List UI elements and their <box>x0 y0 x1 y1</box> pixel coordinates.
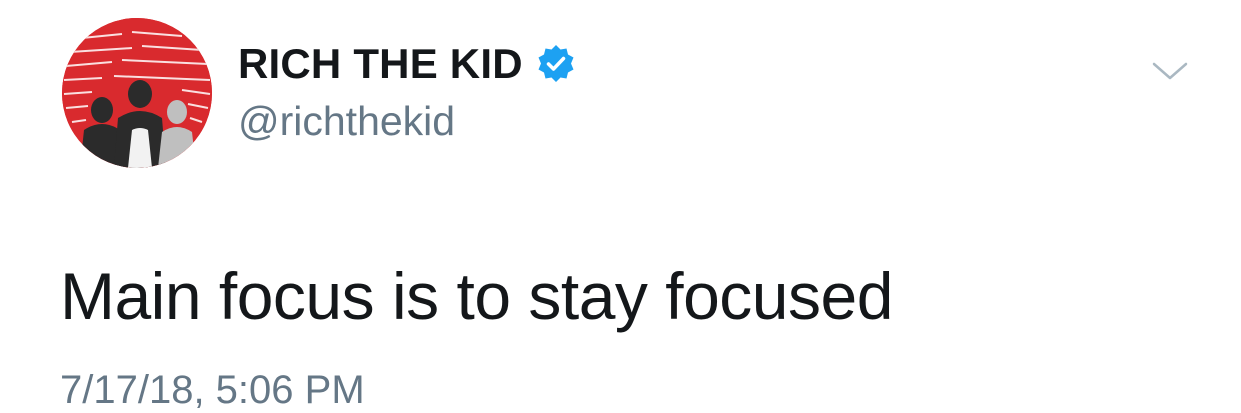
display-name[interactable]: RICH THE KID <box>238 40 577 88</box>
verified-badge-icon <box>535 43 577 85</box>
tweet-text: Main focus is to stay focused <box>60 259 893 333</box>
user-handle[interactable]: @richthekid <box>238 98 455 145</box>
display-name-text[interactable]: RICH THE KID <box>238 40 523 88</box>
profile-avatar[interactable] <box>62 18 212 168</box>
chevron-down-icon[interactable] <box>1150 58 1190 86</box>
tweet-card: RICH THE KID @richthekid Main focus is t… <box>0 0 1241 413</box>
tweet-timestamp[interactable]: 7/17/18, 5:06 PM <box>60 368 365 413</box>
profile-avatar-icon <box>62 18 212 168</box>
